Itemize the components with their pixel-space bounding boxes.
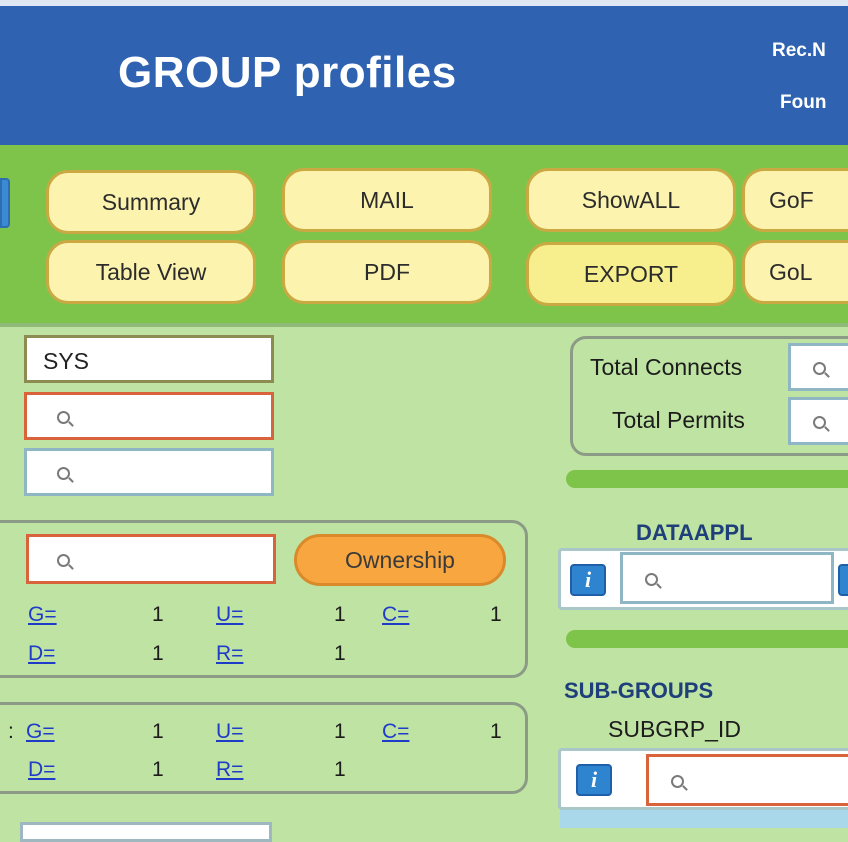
- total-connects-label: Total Connects: [590, 354, 743, 380]
- showall-button[interactable]: ShowALL: [526, 168, 736, 232]
- bottom-field[interactable]: [20, 822, 272, 842]
- record-number-label: Rec.N: [772, 40, 826, 61]
- toolbar-divider: [0, 323, 848, 327]
- mail-button[interactable]: MAIL: [282, 168, 492, 232]
- go-first-button[interactable]: GoF: [742, 168, 848, 232]
- section-divider: [566, 470, 848, 488]
- g-count: 1: [152, 603, 164, 626]
- section-divider: [566, 630, 848, 648]
- member-stats-box: [0, 702, 528, 794]
- filter-input-1[interactable]: [24, 392, 274, 440]
- r-count: 1: [334, 642, 346, 665]
- r-count: 1: [334, 758, 346, 781]
- total-permits-input[interactable]: [788, 397, 848, 445]
- search-icon: [813, 416, 826, 429]
- u-link[interactable]: U=: [216, 603, 243, 627]
- filter-input-2[interactable]: [24, 448, 274, 496]
- total-permits-label: Total Permits: [612, 407, 745, 433]
- search-icon: [813, 362, 826, 375]
- export-button[interactable]: EXPORT: [526, 242, 736, 306]
- u-count: 1: [334, 720, 346, 743]
- found-count-label: Foun: [780, 92, 827, 113]
- search-icon: [645, 573, 658, 586]
- d-link[interactable]: D=: [28, 758, 55, 782]
- subgroups-info-icon[interactable]: i: [576, 764, 612, 796]
- subgroups-row-highlight: [560, 810, 848, 828]
- row-prefix: :: [8, 720, 14, 743]
- c-link[interactable]: C=: [382, 720, 409, 744]
- table-view-button[interactable]: Table View: [46, 240, 256, 304]
- search-icon: [671, 775, 684, 788]
- left-edge-button[interactable]: [0, 178, 10, 228]
- g-count: 1: [152, 720, 164, 743]
- r-link[interactable]: R=: [216, 758, 243, 782]
- u-count: 1: [334, 603, 346, 626]
- total-connects-input[interactable]: [788, 343, 848, 391]
- summary-button[interactable]: Summary: [46, 170, 256, 234]
- search-icon: [57, 554, 70, 567]
- search-icon: [57, 411, 70, 424]
- pdf-button[interactable]: PDF: [282, 240, 492, 304]
- ownership-button[interactable]: Ownership: [294, 534, 506, 586]
- g-link[interactable]: G=: [26, 720, 55, 744]
- subgroups-search-input[interactable]: [646, 754, 848, 806]
- dataappl-info-icon[interactable]: i: [570, 564, 606, 596]
- group-name-input[interactable]: SYS: [24, 335, 274, 383]
- dataappl-search-input[interactable]: [620, 552, 834, 604]
- g-link[interactable]: G=: [28, 603, 57, 627]
- c-count: 1: [490, 603, 502, 626]
- search-icon: [57, 467, 70, 480]
- group-name-value: SYS: [43, 348, 90, 374]
- d-count: 1: [152, 758, 164, 781]
- u-link[interactable]: U=: [216, 720, 243, 744]
- dataappl-header: DATAAPPL: [636, 520, 753, 545]
- owner-search-input[interactable]: [26, 534, 276, 584]
- c-link[interactable]: C=: [382, 603, 409, 627]
- subgroups-header: SUB-GROUPS: [564, 678, 714, 703]
- d-count: 1: [152, 642, 164, 665]
- dataappl-next-info-icon[interactable]: [838, 564, 848, 596]
- r-link[interactable]: R=: [216, 642, 243, 666]
- subgrp-id-column-header: SUBGRP_ID: [608, 716, 741, 742]
- c-count: 1: [490, 720, 502, 743]
- go-last-button[interactable]: GoL: [742, 240, 848, 304]
- d-link[interactable]: D=: [28, 642, 55, 666]
- page-title: GROUP profiles: [118, 48, 457, 97]
